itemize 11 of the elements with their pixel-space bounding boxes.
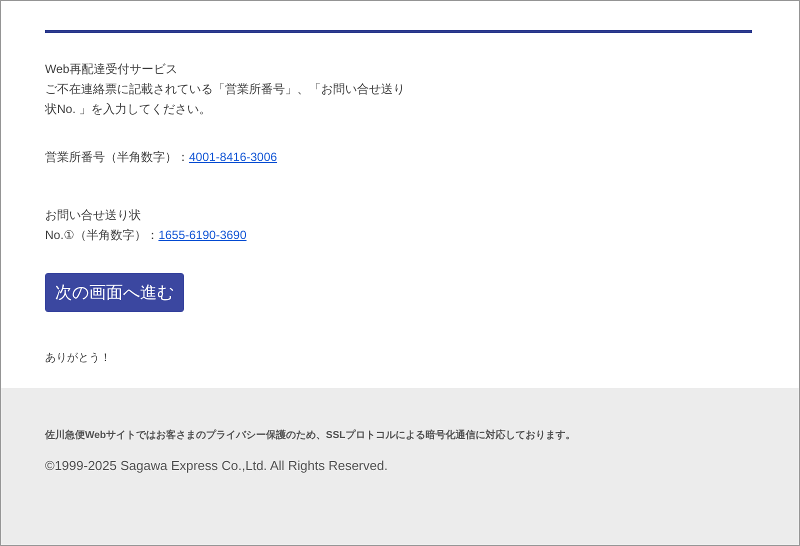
thanks-text: ありがとう！ (45, 351, 112, 366)
instruction-text: ご不在連絡票に記載されている「営業所番号」、「お問い合せ送り状No. 」を入力してください。 (45, 81, 405, 118)
tracking-number-link[interactable]: 1655-6190-3690 (158, 225, 247, 245)
tracking-number-label: No.①（半角数字）： (45, 227, 158, 244)
tracking-heading: お問い合せ送り状 (45, 207, 142, 224)
copyright-text: ©1999-2025 Sagawa Express Co.,Ltd. All Rights Reserved. (45, 458, 389, 473)
next-button[interactable]: 次の画面へ進む (45, 273, 184, 312)
ssl-notice: 佐川急便Webサイトではお客さまのプライバシー保護のため、SSLプロトコルによる暗号化通信に対応しております。 (45, 428, 576, 442)
office-number-label: 営業所番号（半角数字）： (45, 149, 189, 166)
office-number-link[interactable]: 4001-8416-3006 (189, 147, 278, 167)
service-title: Web再配達受付サービス (45, 61, 178, 78)
